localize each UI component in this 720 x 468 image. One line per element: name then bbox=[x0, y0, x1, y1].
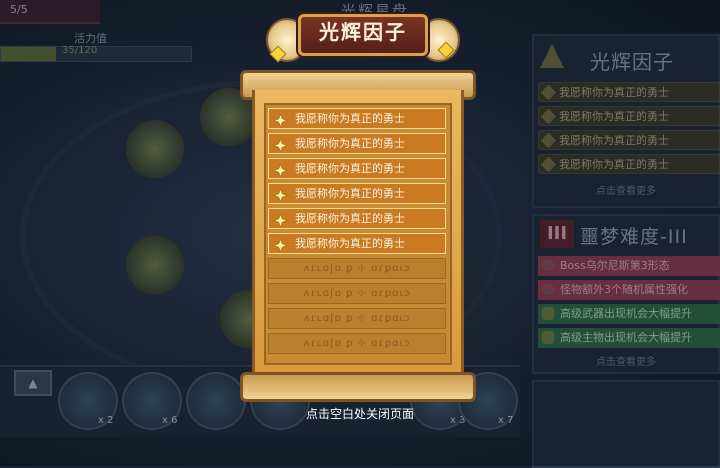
factor-entry-label: 我愿称你为真正的勇士 bbox=[295, 187, 405, 200]
factor-entry-label: 我愿称你为真正的勇士 bbox=[295, 162, 405, 175]
locked-factor-entry: ʌɾʟɑʃɒ ꝑ ⊹ ɑɾꝑɑɩɔ bbox=[268, 308, 446, 329]
factor-entry[interactable]: 我愿称你为真正的勇士 bbox=[268, 208, 446, 229]
factor-entry[interactable]: 我愿称你为真正的勇士 bbox=[268, 133, 446, 154]
star-icon bbox=[272, 237, 289, 254]
factor-entry-label: 我愿称你为真正的勇士 bbox=[295, 137, 405, 150]
locked-rune-text: ʌɾʟɑʃɒ ꝑ ⊹ ɑɾꝑɑɩɔ bbox=[303, 288, 411, 299]
star-icon bbox=[272, 187, 289, 204]
locked-rune-text: ʌɾʟɑʃɒ ꝑ ⊹ ɑɾꝑɑɩɔ bbox=[303, 313, 411, 324]
locked-factor-entry: ʌɾʟɑʃɒ ꝑ ⊹ ɑɾꝑɑɩɔ bbox=[268, 333, 446, 354]
star-icon bbox=[272, 212, 289, 229]
star-icon bbox=[272, 137, 289, 154]
factor-entry[interactable]: 我愿称你为真正的勇士 bbox=[268, 233, 446, 254]
modal-title: 光辉因子 bbox=[319, 20, 407, 44]
factor-entry-label: 我愿称你为真正的勇士 bbox=[295, 112, 405, 125]
factor-entry-label: 我愿称你为真正的勇士 bbox=[295, 237, 405, 250]
locked-factor-entry: ʌɾʟɑʃɒ ꝑ ⊹ ɑɾꝑɑɩɔ bbox=[268, 258, 446, 279]
star-icon bbox=[272, 162, 289, 179]
star-icon bbox=[272, 112, 289, 129]
locked-rune-text: ʌɾʟɑʃɒ ꝑ ⊹ ɑɾꝑɑɩɔ bbox=[303, 263, 411, 274]
close-hint: 点击空白处关闭页面 bbox=[305, 407, 414, 421]
factor-entry[interactable]: 我愿称你为真正的勇士 bbox=[268, 108, 446, 129]
scroll-bottom-roll bbox=[240, 372, 476, 402]
factor-entry-label: 我愿称你为真正的勇士 bbox=[295, 212, 405, 225]
locked-factor-entry: ʌɾʟɑʃɒ ꝑ ⊹ ɑɾꝑɑɩɔ bbox=[268, 283, 446, 304]
factor-entry[interactable]: 我愿称你为真正的勇士 bbox=[268, 183, 446, 204]
factor-entry[interactable]: 我愿称你为真正的勇士 bbox=[268, 158, 446, 179]
locked-rune-text: ʌɾʟɑʃɒ ꝑ ⊹ ɑɾꝑɑɩɔ bbox=[303, 338, 411, 349]
